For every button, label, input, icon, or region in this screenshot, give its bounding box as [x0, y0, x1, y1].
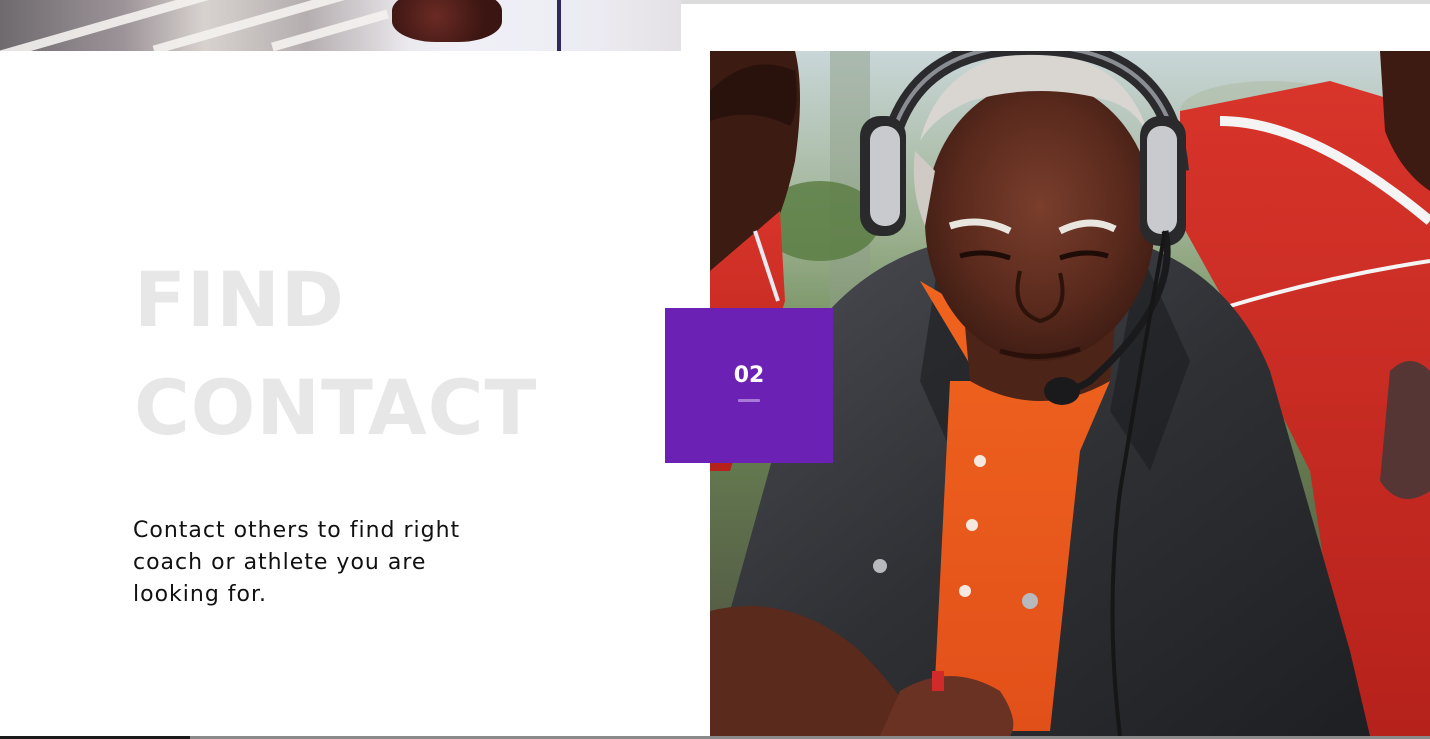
section-title-line-1: FIND — [134, 255, 345, 344]
find-contact-section: FIND CONTACT Contact others to find righ… — [0, 0, 1430, 739]
step-number-badge: 02 — [665, 308, 833, 463]
step-number: 02 — [733, 363, 765, 388]
section-title-line-2: CONTACT — [134, 363, 538, 452]
section-description: Contact others to find right coach or at… — [133, 518, 461, 607]
section-title: FIND CONTACT — [134, 246, 537, 462]
step-underline — [738, 399, 760, 402]
previous-section-image — [0, 0, 681, 51]
